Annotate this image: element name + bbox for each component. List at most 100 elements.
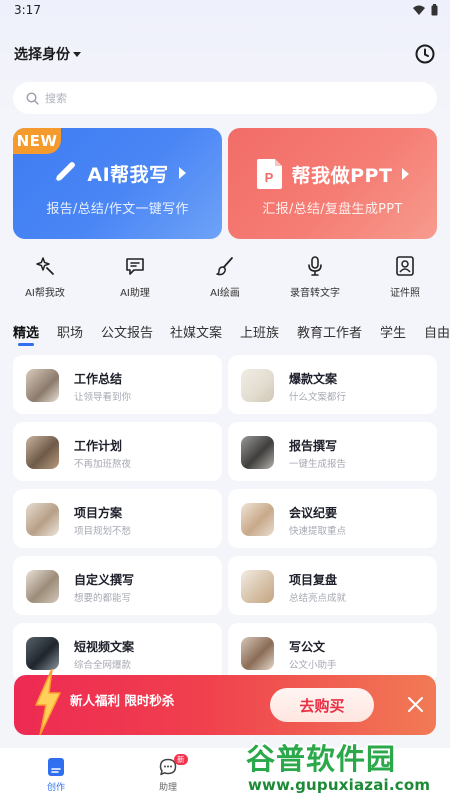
new-badge: NEW (13, 128, 61, 154)
card-title: 写公文 (289, 640, 326, 654)
card-thumbnail (26, 637, 59, 670)
card-subtitle: 想要的都能写 (74, 593, 132, 604)
card-subtitle: 快速提取重点 (289, 526, 347, 537)
tool-id-photo[interactable]: 证件照 (360, 255, 450, 301)
category-tab-official-report[interactable]: 公文报告 (101, 322, 153, 341)
pen-icon (55, 162, 76, 182)
category-tab-educator[interactable]: 教育工作者 (297, 322, 362, 341)
category-tab-student[interactable]: 学生 (380, 322, 406, 341)
hero-title-row: AI帮我写 (13, 158, 222, 188)
status-time: 3:17 (14, 3, 41, 17)
tool-ai-paint[interactable]: AI绘画 (180, 255, 270, 301)
lightning-icon (35, 669, 61, 735)
card-work-plan[interactable]: 工作计划 不再加班熬夜 (13, 422, 222, 481)
card-title: 会议纪要 (289, 506, 338, 520)
tool-label: AI助理 (120, 288, 150, 299)
tab-label: 创作 (46, 783, 65, 793)
tab-assistant[interactable]: 新 助理 (138, 754, 198, 793)
caret-down-icon (73, 52, 81, 57)
promo-banner[interactable]: 新人福利 限时秒杀 去购买 (14, 669, 436, 735)
card-subtitle: 一键生成报告 (289, 459, 347, 470)
tool-ai-edit[interactable]: AI帮我改 (0, 255, 90, 301)
chevron-right-icon (402, 168, 410, 180)
tool-ai-assistant[interactable]: AI助理 (90, 255, 180, 301)
card-subtitle: 公文小助手 (289, 660, 337, 671)
search-input[interactable]: 搜索 (13, 82, 437, 114)
card-subtitle: 让领导看到你 (74, 392, 132, 403)
card-title: 爆款文案 (289, 372, 338, 386)
hero-subtitle-ppt: 汇报/总结/复盘生成PPT (262, 202, 403, 217)
tool-label: 录音转文字 (290, 288, 340, 299)
id-photo-icon (396, 256, 414, 276)
chevron-right-icon (178, 167, 186, 179)
card-thumbnail (241, 436, 274, 469)
make-ppt-card[interactable]: P 帮我做PPT 汇报/总结/复盘生成PPT (228, 128, 437, 239)
svg-text:P: P (264, 170, 273, 185)
tool-voice-to-text[interactable]: 录音转文字 (270, 255, 360, 301)
watermark-title: 谷普软件园 (246, 742, 397, 776)
card-subtitle: 总结亮点成就 (289, 593, 347, 604)
magic-wand-icon (36, 257, 54, 275)
search-placeholder: 搜索 (45, 92, 67, 105)
identity-selector[interactable]: 选择身份 (14, 44, 81, 64)
tool-row: AI帮我改 AI助理 AI绘画 录音转文字 证件照 (0, 255, 450, 301)
chat-assistant-icon (126, 258, 144, 275)
category-tab-freelance[interactable]: 自由 (424, 322, 450, 341)
category-tab-workplace[interactable]: 职场 (57, 322, 83, 341)
card-work-summary[interactable]: 工作总结 让领导看到你 (13, 355, 222, 414)
card-meeting-minutes[interactable]: 会议纪要 快速提取重点 (228, 489, 437, 548)
card-report-writing[interactable]: 报告撰写 一键生成报告 (228, 422, 437, 481)
card-thumbnail (26, 503, 59, 536)
card-thumbnail (241, 369, 274, 402)
search-icon (26, 91, 39, 105)
create-doc-icon (48, 758, 64, 776)
card-title: 工作计划 (74, 439, 123, 453)
card-thumbnail (241, 637, 274, 670)
card-title: 工作总结 (74, 372, 123, 386)
card-viral-copy[interactable]: 爆款文案 什么文案都行 (228, 355, 437, 414)
category-tab-office-worker[interactable]: 上班族 (240, 322, 279, 341)
close-icon[interactable] (407, 696, 424, 713)
category-tab-selected[interactable]: 精选 (13, 322, 39, 341)
identity-label: 选择身份 (14, 47, 70, 63)
card-thumbnail (26, 436, 59, 469)
ppt-file-icon: P (256, 159, 282, 189)
tool-label: AI绘画 (210, 288, 240, 299)
brush-icon (216, 257, 233, 276)
wifi-icon (413, 5, 425, 15)
status-bar: 3:17 (0, 0, 450, 22)
card-custom-writing[interactable]: 自定义撰写 想要的都能写 (13, 556, 222, 615)
tool-label: AI帮我改 (25, 288, 65, 299)
tab-label: 助理 (158, 783, 177, 793)
hero-subtitle-write: 报告/总结/作文一键写作 (46, 202, 189, 217)
tool-label: 证件照 (390, 288, 420, 299)
category-active-indicator (18, 343, 34, 346)
ai-write-card[interactable]: NEW AI帮我写 报告/总结/作文一键写作 (13, 128, 222, 239)
card-thumbnail (26, 570, 59, 603)
card-title: 项目方案 (74, 506, 123, 520)
status-icons (413, 4, 438, 16)
buy-now-button[interactable]: 去购买 (270, 688, 374, 722)
card-thumbnail (241, 570, 274, 603)
history-clock-icon[interactable] (414, 43, 436, 65)
watermark: 谷普软件园 www.gupuxiazai.com (244, 734, 450, 800)
microphone-icon (308, 256, 322, 276)
header: 选择身份 (0, 36, 450, 72)
card-subtitle: 什么文案都行 (289, 392, 347, 403)
category-tabs: 精选 职场 公文报告 社媒文案 上班族 教育工作者 学生 自由 (0, 322, 450, 348)
card-subtitle: 不再加班熬夜 (74, 459, 132, 470)
new-badge: 新 (174, 754, 188, 765)
card-project-review[interactable]: 项目复盘 总结亮点成就 (228, 556, 437, 615)
promo-text: 新人福利 限时秒杀 (70, 693, 175, 708)
category-tab-social-copy[interactable]: 社媒文案 (170, 322, 222, 341)
card-title: 短视频文案 (74, 640, 135, 654)
hero-title-write: AI帮我写 (87, 163, 169, 186)
card-subtitle: 项目规划不愁 (74, 526, 132, 537)
card-project-plan[interactable]: 项目方案 项目规划不愁 (13, 489, 222, 548)
card-subtitle: 综合全网爆款 (74, 660, 132, 671)
tab-create[interactable]: 创作 (26, 758, 86, 793)
card-title: 自定义撰写 (74, 573, 135, 587)
watermark-url: www.gupuxiazai.com (248, 776, 431, 794)
hero-title-ppt: 帮我做PPT (291, 164, 393, 187)
card-official-document[interactable]: 写公文 公文小助手 (228, 623, 437, 682)
